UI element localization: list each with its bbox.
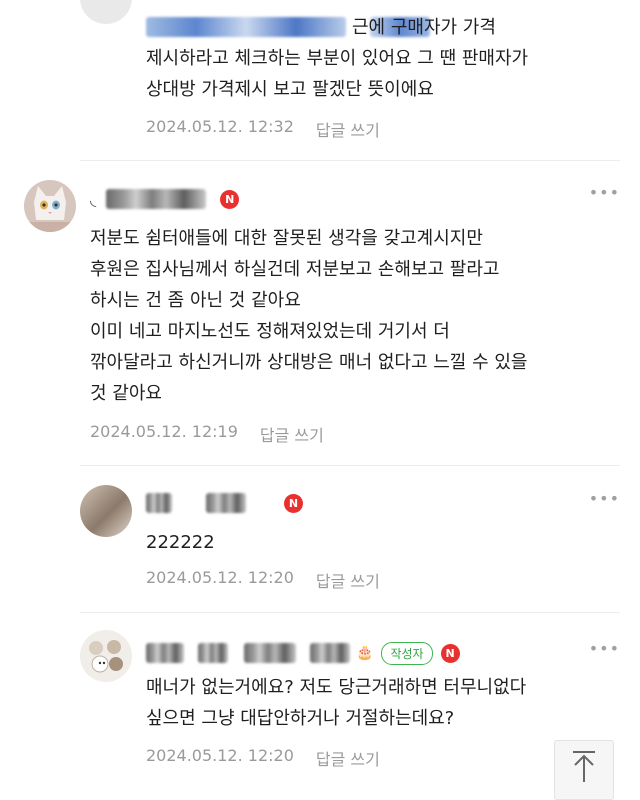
author-row: 🎂 작성자 N xyxy=(146,640,460,666)
comment-line: 하시는 건 좀 아닌 것 같아요 xyxy=(90,290,301,311)
avatar[interactable] xyxy=(80,630,132,682)
blurred-author-name-part xyxy=(206,493,246,513)
more-dots-icon[interactable]: ••• xyxy=(589,185,620,201)
author-row: ◟ N xyxy=(90,186,240,212)
comment-line: 후원은 집사님께서 하실건데 저분보고 손해보고 팔라고 xyxy=(90,259,500,280)
blurred-author-name-part xyxy=(310,643,350,663)
blurred-author-name-part xyxy=(198,643,228,663)
comment-line: 것 같아요 xyxy=(90,383,162,404)
new-badge: N xyxy=(284,493,303,513)
comment-line: 상대방 가격제시 보고 팔겠단 뜻이에요 xyxy=(146,79,434,100)
comment-line: 222222 xyxy=(146,532,215,553)
blurred-author-name xyxy=(106,189,207,209)
blurred-author-name xyxy=(146,643,184,663)
comment-text: 상대방 가격제시 보고 팔겠단 뜻이에요 xyxy=(146,74,434,105)
comment-date: 2024.05.12. 12:32 xyxy=(146,117,294,136)
divider xyxy=(80,612,620,613)
comment-footer: 2024.05.12. 12:19 답글 쓰기 xyxy=(90,422,324,446)
avatar[interactable] xyxy=(80,0,132,24)
comment-date: 2024.05.12. 12:20 xyxy=(146,746,294,765)
new-badge: N xyxy=(220,189,240,209)
comment-line: 제시하라고 체크하는 부분이 있어요 그 땐 판매자가 xyxy=(146,48,529,69)
arrow-up-icon xyxy=(573,751,595,782)
comment-line: 매너가 없는거에요? 저도 당근거래하면 터무니없다 xyxy=(146,677,527,698)
comment-line: 싶으면 그냥 대답안하거나 거절하는데요? xyxy=(146,708,455,729)
comment-line: 이미 네고 마지노선도 정해져있었는데 거기서 더 xyxy=(90,321,450,342)
comment-text: 저분도 쉼터애들에 대한 잘못된 생각을 갖고계시지만 후원은 집사님께서 하실… xyxy=(90,223,528,409)
comment-footer: 2024.05.12. 12:32 답글 쓰기 xyxy=(146,117,380,141)
blurred-author-name xyxy=(146,493,172,513)
more-dots-icon[interactable]: ••• xyxy=(589,641,620,657)
cake-emoji-icon: 🎂 xyxy=(356,645,374,661)
comment-date: 2024.05.12. 12:19 xyxy=(90,422,238,441)
comment-text: 근에 구매자가 가격 xyxy=(352,12,496,43)
comment-text: 매너가 없는거에요? 저도 당근거래하면 터무니없다 싶으면 그냥 대답안하거나… xyxy=(146,672,526,734)
divider xyxy=(80,160,620,161)
author-row: N xyxy=(146,490,303,516)
blurred-author-name-part xyxy=(244,643,296,663)
avatar[interactable] xyxy=(80,485,132,537)
pets-avatar-icon xyxy=(89,640,123,673)
reply-button[interactable]: 답글 쓰기 xyxy=(316,117,380,141)
avatar[interactable] xyxy=(24,180,76,232)
comment-text: 222222 xyxy=(146,527,215,558)
reply-button[interactable]: 답글 쓰기 xyxy=(316,568,380,592)
comment-footer: 2024.05.12. 12:20 답글 쓰기 xyxy=(146,746,380,770)
comment-line: 저분도 쉼터애들에 대한 잘못된 생각을 갖고계시지만 xyxy=(90,228,483,249)
comment-line: 깎아달라고 하신거니까 상대방은 매너 없다고 느낄 수 있을 xyxy=(90,352,528,373)
writer-badge: 작성자 xyxy=(381,641,433,665)
scroll-top-button[interactable] xyxy=(554,740,614,800)
comment-text: 제시하라고 체크하는 부분이 있어요 그 땐 판매자가 xyxy=(146,43,528,74)
comment-footer: 2024.05.12. 12:20 답글 쓰기 xyxy=(146,568,380,592)
comment-date: 2024.05.12. 12:20 xyxy=(146,568,294,587)
reply-button[interactable]: 답글 쓰기 xyxy=(316,746,380,770)
divider xyxy=(80,465,620,466)
cat-avatar-icon xyxy=(24,180,76,232)
comment-line: 근에 구매자가 가격 xyxy=(352,17,496,38)
more-dots-icon[interactable]: ••• xyxy=(589,491,620,507)
blurred-author-name xyxy=(146,17,346,37)
new-badge: N xyxy=(440,643,460,663)
reply-button[interactable]: 답글 쓰기 xyxy=(260,422,324,446)
